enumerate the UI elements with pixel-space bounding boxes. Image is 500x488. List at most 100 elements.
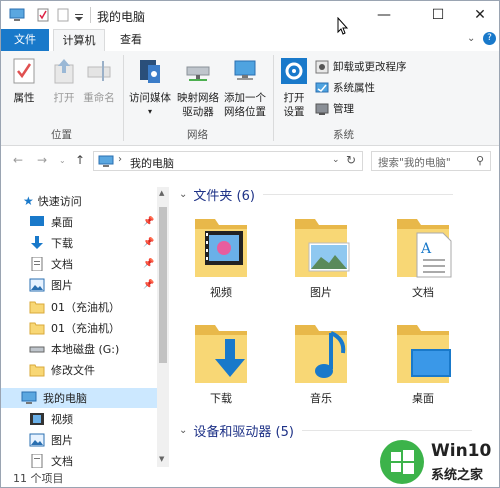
brand-name: Win10 [431,441,492,461]
maximize-button[interactable]: ☐ [415,1,461,29]
title-bar: 我的电脑 — ☐ ✕ [1,1,500,35]
nav-item-pictures[interactable]: 图片 [29,275,157,295]
breadcrumb[interactable]: 我的电脑 [130,155,174,171]
content-area: ⌄ 文件夹 (6) 视频 图片 A 文档 下载 音乐 桌面 ⌄ 设备和驱动器 (… [173,177,499,467]
settings-gear-icon [281,58,307,84]
map-network-drive-button[interactable]: 映射网络 驱动器 [175,57,221,119]
downloads-folder-icon [195,325,247,383]
forward-icon[interactable]: → [37,153,47,167]
customize-toolbar-icon[interactable] [75,11,83,25]
folder-icon [29,322,45,335]
pin-icon[interactable]: 📌 [143,238,154,248]
nav-item-desktop[interactable]: 桌面 [29,212,157,232]
group-divider [123,55,124,141]
rename-button[interactable]: 重命名 [81,57,117,105]
folder-tile-music[interactable]: 音乐 [281,319,361,406]
video-icon [30,413,44,425]
drive-icon [29,346,45,353]
folder-tile-documents[interactable]: A 文档 [383,213,463,300]
add-network-location-button[interactable]: 添加一个 网络位置 [221,57,269,119]
item-count: 11 个项目 [13,472,64,485]
document-icon [31,454,43,468]
nav-item-downloads[interactable]: 下载 [29,233,157,253]
breadcrumb-separator-icon[interactable]: › [118,154,122,165]
network-drive-icon [186,66,210,81]
address-bar[interactable]: › 我的电脑 ⌄ ↻ [93,151,363,171]
close-button[interactable]: ✕ [457,1,500,29]
pin-icon[interactable]: 📌 [143,259,154,269]
folder-tile-pictures[interactable]: 图片 [281,213,361,300]
collapse-ribbon-icon[interactable]: ⌄ [467,33,475,44]
window-title: 我的电脑 [97,10,146,24]
uninstall-program-button[interactable]: 卸载或更改程序 [315,59,407,74]
download-arrow-icon [31,236,43,249]
quick-access-item[interactable]: ★ 快速访问 [23,191,179,211]
picture-icon [29,278,45,292]
nav-item-pictures[interactable]: 图片 [29,430,157,450]
desktop-folder-icon [397,325,451,383]
nav-item-videos[interactable]: 视频 [29,409,157,429]
devices-group-header[interactable]: ⌄ 设备和驱动器 (5) [179,421,472,440]
picture-icon [29,433,45,447]
desktop-icon [30,216,44,226]
tab-view[interactable]: 查看 [109,29,153,51]
folders-group-header[interactable]: ⌄ 文件夹 (6) [179,185,453,204]
folder-tile-downloads[interactable]: 下载 [181,319,261,406]
tab-file[interactable]: 文件 [1,29,49,51]
help-icon[interactable]: ? [483,32,496,45]
search-icon[interactable]: ⚲ [476,154,484,167]
network-location-icon [234,60,256,80]
open-settings-button[interactable]: 打开 设置 [277,57,311,119]
properties-quick-icon[interactable] [37,8,49,22]
minimize-button[interactable]: — [361,1,407,29]
open-button[interactable]: 打开 [47,57,81,105]
open-icon [54,59,74,84]
uninstall-icon [315,60,329,73]
search-input[interactable]: 搜索"我的电脑" ⚲ [371,151,491,171]
chevron-down-icon: ⌄ [179,189,188,200]
system-properties-button[interactable]: 系统属性 [315,80,375,95]
address-dropdown-icon[interactable]: ⌄ [332,155,340,165]
new-folder-quick-icon[interactable] [57,8,69,22]
watermark-logo: Win10 系统之家 [379,439,497,485]
up-icon[interactable]: ↑ [75,153,85,167]
nav-item-this-pc[interactable]: 我的电脑 [1,388,157,408]
star-icon: ★ [23,194,34,208]
media-icon [140,60,160,83]
group-divider [273,55,274,141]
pin-icon[interactable]: 📌 [143,217,154,227]
folder-icon [29,301,45,314]
nav-item-folder[interactable]: 01（充油机） [29,297,157,317]
network-group-label: 网络 [187,129,208,141]
chevron-down-icon: ⌄ [179,425,188,436]
back-icon[interactable]: ← [13,153,23,167]
pin-icon[interactable]: 📌 [143,280,154,290]
scrollbar-thumb[interactable] [159,207,167,363]
tab-computer[interactable]: 计算机 [53,29,105,52]
pictures-folder-icon [295,219,350,277]
nav-item-documents[interactable]: 文档 [29,254,157,274]
ribbon-tabs: 文件 计算机 查看 ⌄ ? [1,29,499,52]
document-icon [31,257,43,271]
nav-item-folder[interactable]: 01（充油机） [29,318,157,338]
ribbon: 属性 打开 重命名 位置 访问媒体 ▾ 映射网络 驱动器 添加一个 网络位置 网… [1,51,499,146]
nav-item-local-disk[interactable]: 本地磁盘 (G:) [29,339,157,359]
location-group-label: 位置 [51,129,72,141]
manage-icon [315,103,329,115]
svg-text:A: A [420,241,432,257]
system-properties-icon [315,82,329,92]
music-folder-icon [295,325,347,383]
navigation-scrollbar[interactable]: ▲ ▼ [157,187,169,467]
properties-button[interactable]: 属性 [7,57,41,105]
access-media-button[interactable]: 访问媒体 ▾ [127,57,173,119]
scroll-down-icon[interactable]: ▼ [159,455,164,463]
nav-item-folder[interactable]: 修改文件 [29,360,157,380]
scroll-up-icon[interactable]: ▲ [159,189,164,197]
manage-button[interactable]: 管理 [315,101,354,116]
recent-locations-icon[interactable]: ⌄ [59,156,66,165]
system-group-label: 系统 [333,129,354,141]
folder-tile-desktop[interactable]: 桌面 [383,319,463,406]
computer-icon [9,8,25,21]
refresh-icon[interactable]: ↻ [346,153,356,167]
folder-tile-videos[interactable]: 视频 [181,213,261,300]
